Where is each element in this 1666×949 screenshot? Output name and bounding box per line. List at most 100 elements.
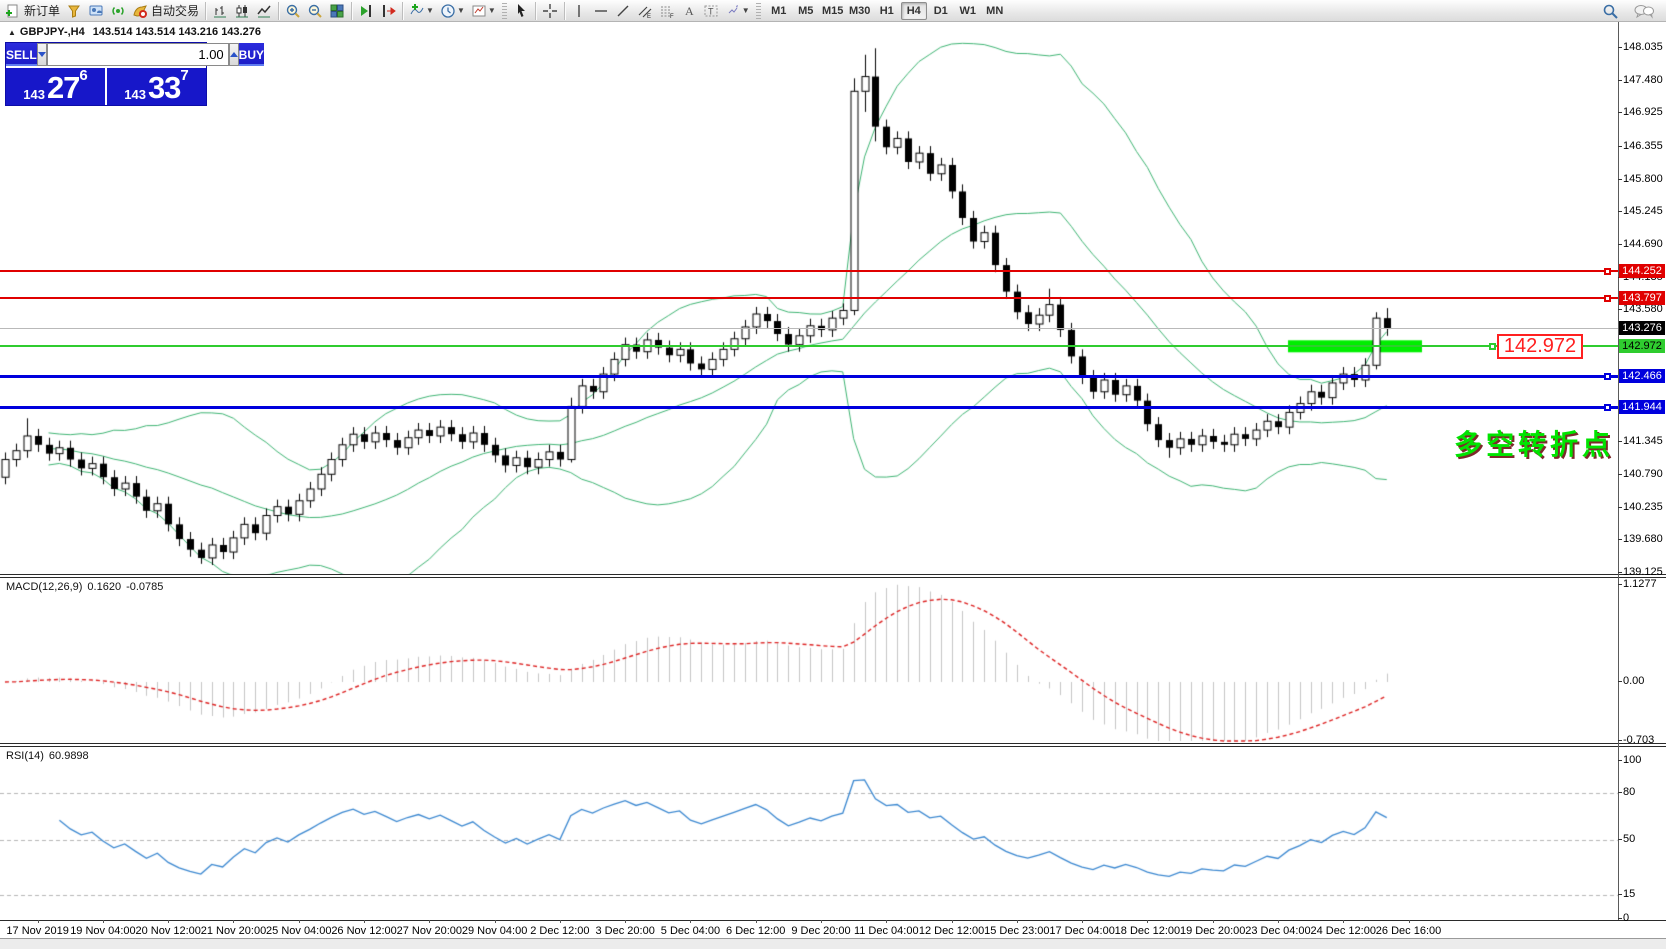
time-axis-label: 19 Dec 20:00 xyxy=(1180,925,1245,937)
sell-price-display[interactable]: 143 27 6 xyxy=(6,68,106,105)
rsi-axis-tick: 100 xyxy=(1623,754,1641,766)
buy-price-display[interactable]: 143 33 7 xyxy=(106,68,206,105)
text-label-icon[interactable]: T xyxy=(700,1,722,21)
resistance-line-144252[interactable] xyxy=(0,270,1618,272)
line-handle[interactable] xyxy=(1604,295,1611,302)
rsi-axis-tick: 15 xyxy=(1623,888,1635,900)
volume-input[interactable] xyxy=(47,43,229,66)
arrows-icon[interactable]: ▼ xyxy=(722,1,753,21)
line-handle[interactable] xyxy=(1604,268,1611,275)
buy-price-prefix: 143 xyxy=(124,87,146,102)
text-icon[interactable]: A xyxy=(678,1,700,21)
resistance-line-143797[interactable] xyxy=(0,297,1618,299)
price-axis-tick: 146.355 xyxy=(1623,140,1663,152)
toolbar-grip[interactable] xyxy=(756,3,761,19)
support-line-142466[interactable] xyxy=(0,375,1618,378)
sell-price-sup: 6 xyxy=(79,70,87,82)
collapse-arrow-icon[interactable]: ▲ xyxy=(8,28,16,37)
timeframe-button-h1[interactable]: H1 xyxy=(874,2,900,20)
time-axis-label: 26 Nov 12:00 xyxy=(331,925,396,937)
profiles-icon[interactable] xyxy=(63,1,85,21)
one-click-trading-widget: SELL BUY 143 27 6 143 33 7 xyxy=(5,42,207,106)
timeframe-button-m30[interactable]: M30 xyxy=(847,2,873,20)
search-icon[interactable] xyxy=(1599,1,1622,21)
timeframe-button-m5[interactable]: M5 xyxy=(793,2,819,20)
price-callout-box[interactable]: 142.972 xyxy=(1497,334,1583,359)
time-axis-tick xyxy=(233,920,234,923)
line-chart-icon[interactable] xyxy=(253,1,275,21)
rsi-canvas[interactable] xyxy=(0,747,1618,919)
sell-price-big: 27 xyxy=(47,74,79,102)
autoscroll-icon[interactable] xyxy=(355,1,377,21)
volume-increase-button[interactable] xyxy=(229,43,239,66)
time-axis-label: 19 Nov 04:00 xyxy=(70,925,135,937)
price-axis-badge: 142.466 xyxy=(1619,369,1665,383)
time-axis-label: 23 Dec 04:00 xyxy=(1245,925,1310,937)
crosshair-icon[interactable] xyxy=(539,1,561,21)
new-order-button[interactable]: 新订单 xyxy=(2,1,63,21)
price-axis-badge: 141.944 xyxy=(1619,400,1665,414)
indicators-icon[interactable]: ▼ xyxy=(406,1,437,21)
time-axis-label: 9 Dec 20:00 xyxy=(791,925,850,937)
time-axis-tick xyxy=(886,920,887,923)
periods-icon[interactable]: ▼ xyxy=(437,1,468,21)
line-handle[interactable] xyxy=(1604,404,1611,411)
tile-windows-icon[interactable] xyxy=(326,1,348,21)
signals-icon[interactable] xyxy=(107,1,129,21)
zoom-out-icon[interactable] xyxy=(304,1,326,21)
vertical-line-icon[interactable] xyxy=(568,1,590,21)
auto-trading-button[interactable]: 自动交易 xyxy=(129,1,202,21)
price-axis-border xyxy=(1618,22,1619,920)
sell-button[interactable]: SELL xyxy=(6,43,37,66)
time-axis-label: 5 Dec 04:00 xyxy=(661,925,720,937)
bid-price-line[interactable] xyxy=(0,328,1618,329)
templates-icon[interactable]: ▼ xyxy=(468,1,499,21)
macd-value-main: 0.1620 xyxy=(87,581,121,593)
time-axis-tick xyxy=(364,920,365,923)
support-line-141944[interactable] xyxy=(0,406,1618,409)
line-handle[interactable] xyxy=(1489,343,1496,350)
macd-name: MACD(12,26,9) xyxy=(6,581,82,593)
panel-separator[interactable] xyxy=(0,574,1666,578)
chinese-annotation-text[interactable]: 多空转折点 xyxy=(1454,423,1614,463)
line-handle[interactable] xyxy=(1604,373,1611,380)
auto-trading-icon xyxy=(132,3,148,19)
toolbar-grip[interactable] xyxy=(502,3,507,19)
navigator-icon[interactable] xyxy=(85,1,107,21)
timeframe-button-mn[interactable]: MN xyxy=(982,2,1008,20)
toolbar-separator xyxy=(402,2,403,20)
price-axis-badge: 143.797 xyxy=(1619,291,1665,305)
buy-button[interactable]: BUY xyxy=(239,43,264,66)
macd-label: MACD(12,26,9)0.1620-0.0785 xyxy=(6,581,168,593)
candlestick-chart-icon[interactable] xyxy=(231,1,253,21)
buy-price-big: 33 xyxy=(148,74,180,102)
timeframe-button-m15[interactable]: M15 xyxy=(820,2,846,20)
bar-chart-icon[interactable] xyxy=(209,1,231,21)
horizontal-line-icon[interactable] xyxy=(590,1,612,21)
timeframe-button-m1[interactable]: M1 xyxy=(766,2,792,20)
macd-axis-tick: -0.703 xyxy=(1623,734,1654,746)
panel-separator[interactable] xyxy=(0,743,1666,747)
time-axis-label: 18 Dec 12:00 xyxy=(1115,925,1180,937)
sell-price-prefix: 143 xyxy=(23,87,45,102)
chat-icon[interactable] xyxy=(1630,1,1658,21)
volume-decrease-button[interactable] xyxy=(37,43,47,66)
new-order-icon xyxy=(5,3,21,19)
timeframe-button-h4[interactable]: H4 xyxy=(901,2,927,20)
trendline-icon[interactable] xyxy=(612,1,634,21)
zoom-in-icon[interactable] xyxy=(282,1,304,21)
dropdown-caret: ▼ xyxy=(742,6,750,15)
time-axis-tick xyxy=(821,920,822,923)
fibonacci-icon[interactable]: F xyxy=(656,1,678,21)
timeframe-group: M1M5M15M30H1H4D1W1MN xyxy=(766,2,1008,20)
time-axis-tick xyxy=(429,920,430,923)
timeframe-button-w1[interactable]: W1 xyxy=(955,2,981,20)
macd-canvas[interactable] xyxy=(0,578,1618,744)
timeframe-button-d1[interactable]: D1 xyxy=(928,2,954,20)
pivot-line-142972[interactable] xyxy=(0,345,1618,347)
channel-icon[interactable]: E xyxy=(634,1,656,21)
cursor-icon[interactable] xyxy=(510,1,532,21)
window-bottom-strip xyxy=(0,938,1666,949)
chart-shift-icon[interactable] xyxy=(377,1,399,21)
time-axis-tick xyxy=(168,920,169,923)
